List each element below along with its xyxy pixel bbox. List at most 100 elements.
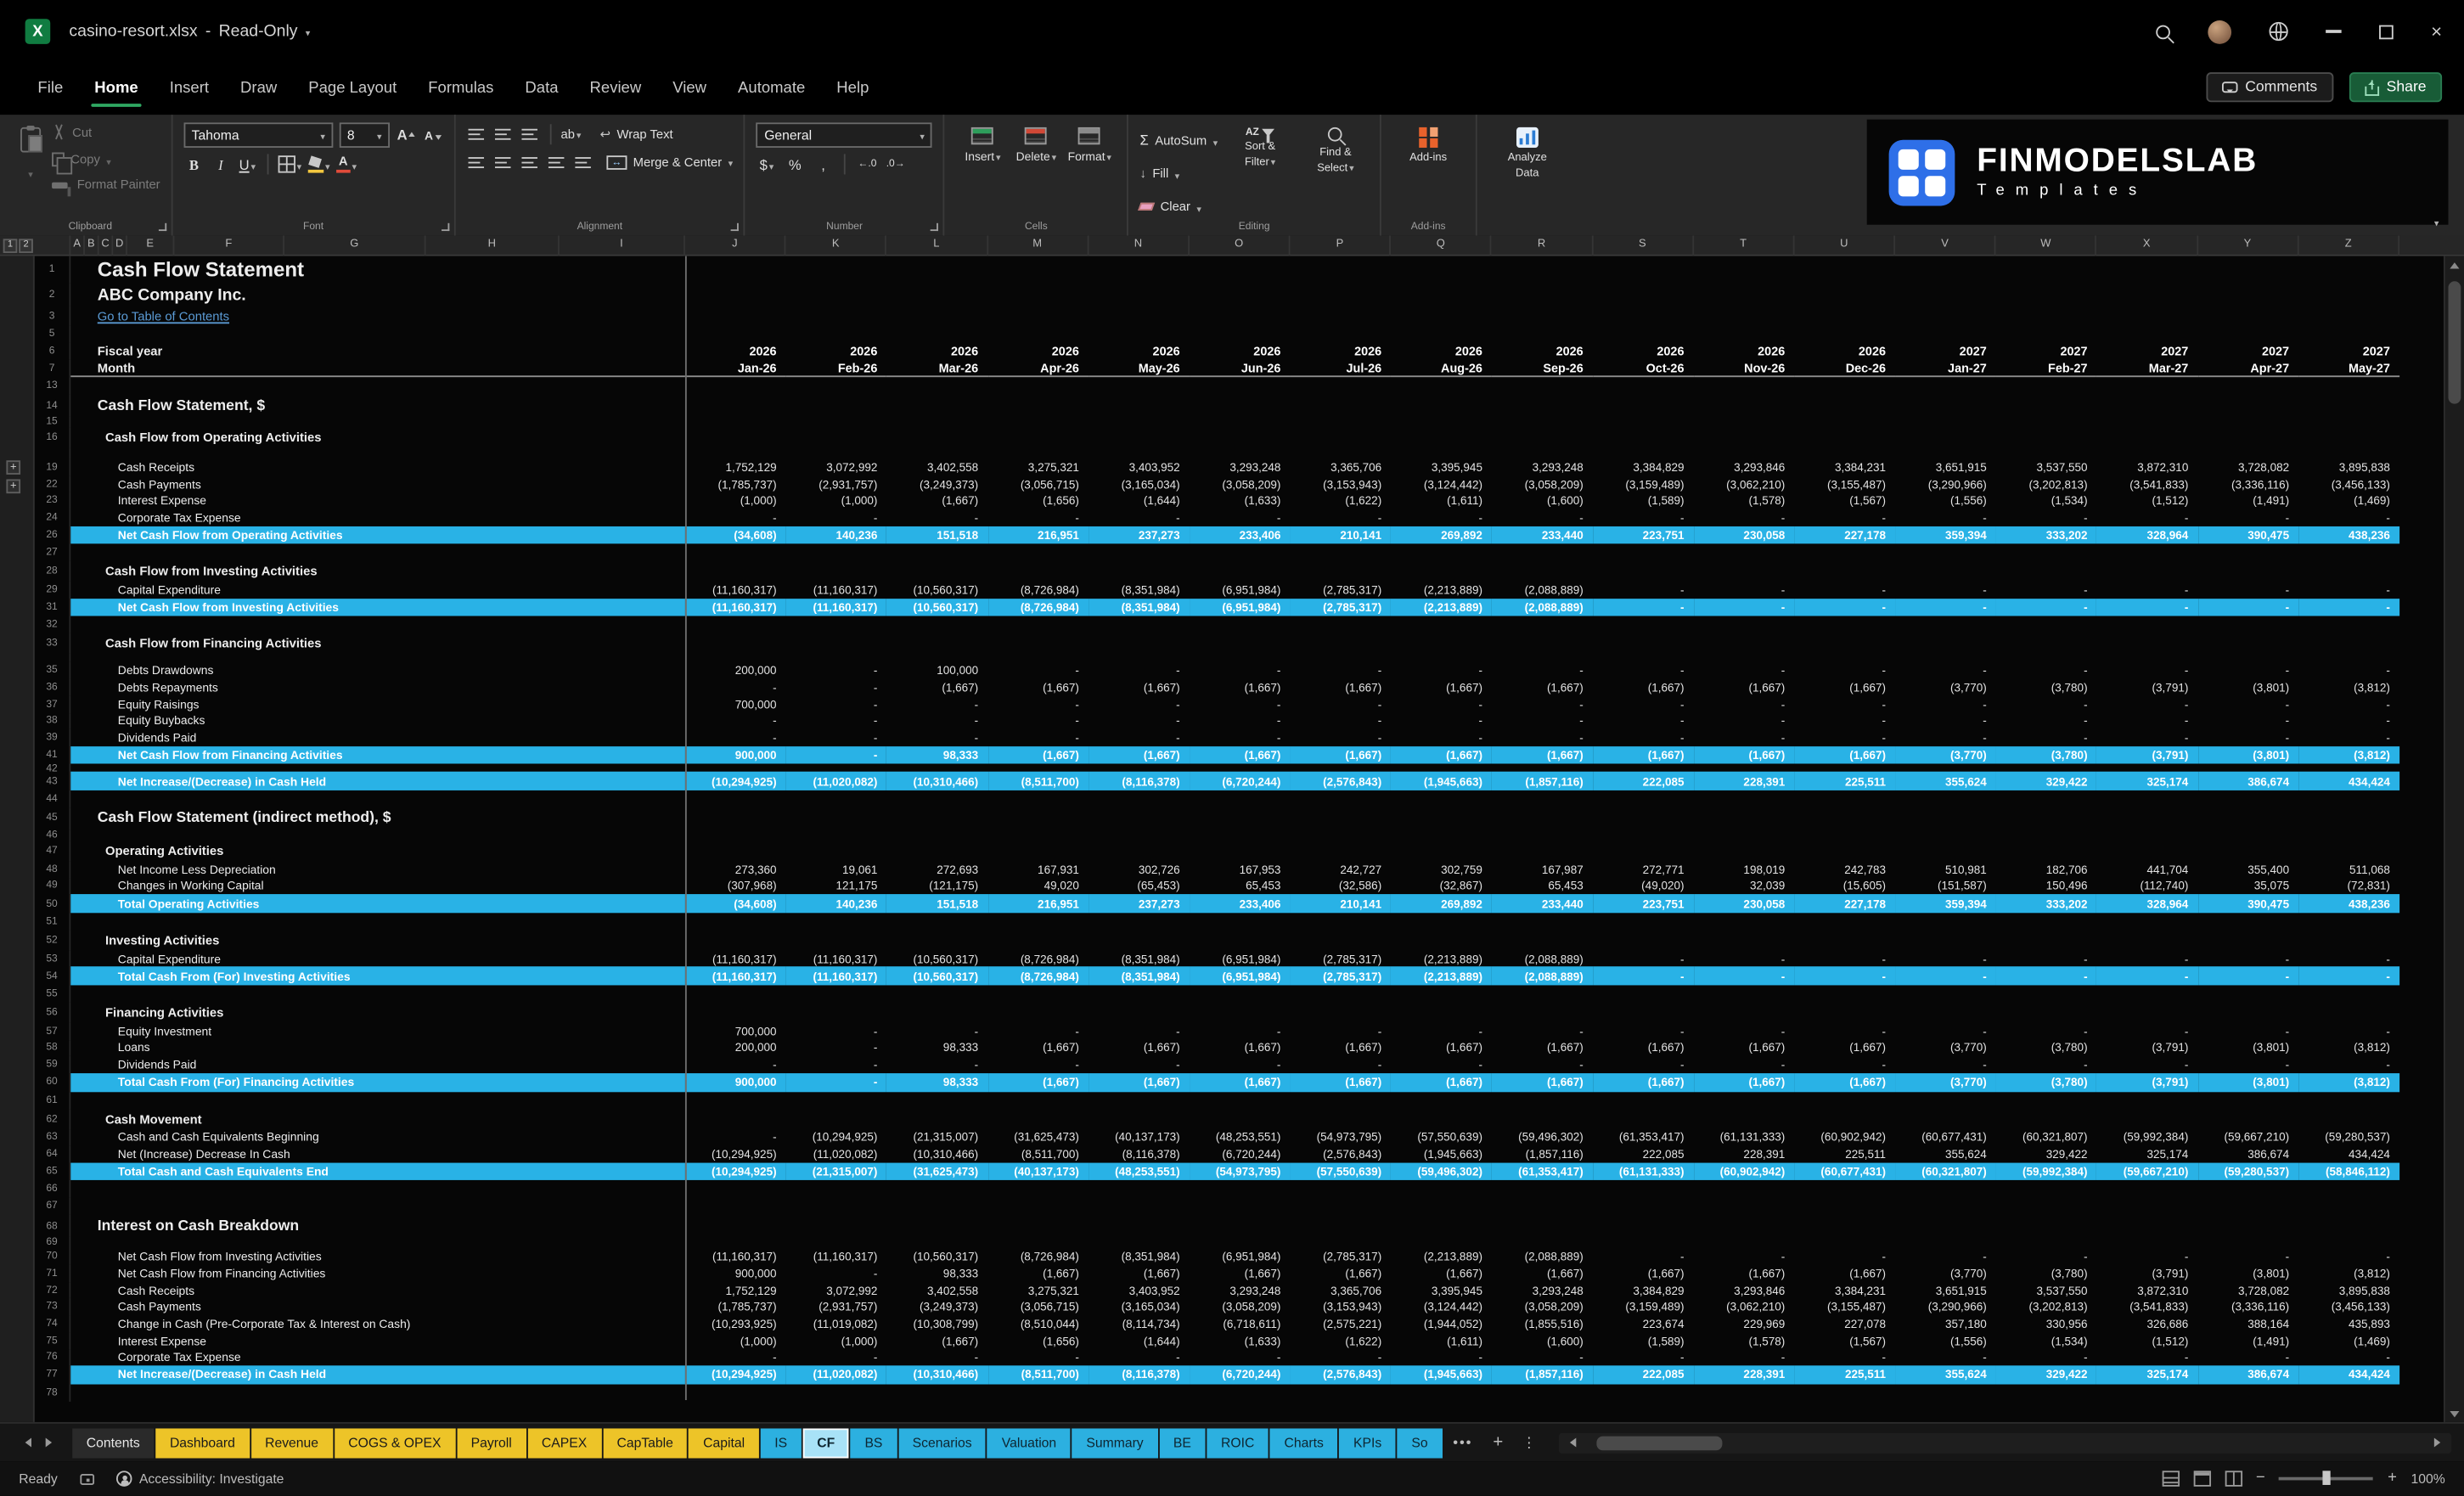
cell[interactable]: 438,236 (2298, 894, 2399, 913)
cell[interactable]: Feb-27 (1995, 360, 2097, 378)
column-header-V[interactable]: V (1895, 235, 1996, 256)
cell[interactable]: - (2197, 1024, 2298, 1038)
row-number[interactable]: 3 (35, 306, 71, 326)
align-left-button[interactable] (467, 151, 487, 175)
cell[interactable]: 3,872,310 (2097, 460, 2198, 475)
outline-level-2-button[interactable]: 2 (19, 238, 33, 253)
cell[interactable]: 900,000 (684, 745, 786, 765)
cell[interactable]: 3,537,550 (1996, 1283, 2097, 1297)
column-header-I[interactable]: I (560, 235, 685, 256)
cell[interactable]: (3,812) (2298, 1073, 2399, 1092)
cell[interactable]: 3,384,231 (1794, 1283, 1895, 1297)
cell[interactable]: (11,160,317) (785, 967, 887, 986)
row-number[interactable]: 7 (35, 359, 71, 378)
cell[interactable]: 359,394 (1895, 894, 1996, 913)
cell[interactable]: (1,000) (786, 494, 887, 509)
cell[interactable]: - (2096, 967, 2198, 986)
cell[interactable]: 49,020 (987, 879, 1089, 893)
cell[interactable]: (6,720,244) (1189, 772, 1291, 790)
increase-font-size-button[interactable]: A (396, 123, 416, 147)
cell[interactable]: (1,656) (987, 1334, 1089, 1348)
cell[interactable]: (11,160,317) (786, 583, 887, 598)
column-header-H[interactable]: H (426, 235, 560, 256)
row-label[interactable] (70, 377, 685, 394)
borders-button[interactable] (278, 153, 301, 177)
cell[interactable]: 434,424 (2298, 772, 2399, 790)
cell[interactable]: 228,391 (1694, 1147, 1795, 1161)
column-header-X[interactable]: X (2097, 235, 2198, 256)
cell[interactable]: - (1895, 697, 1996, 711)
sheet-tab-bs[interactable]: BS (850, 1427, 897, 1458)
column-header-B[interactable]: B (85, 235, 99, 256)
row-number[interactable]: 55 (35, 985, 71, 1003)
row-number[interactable]: 39 (35, 729, 71, 746)
row-number[interactable]: 63 (35, 1128, 71, 1146)
row-label[interactable]: Financing Activities (70, 1003, 685, 1023)
cell[interactable]: 269,892 (1391, 894, 1493, 913)
row-label[interactable]: Month (70, 360, 685, 378)
cell[interactable]: (8,726,984) (987, 599, 1089, 617)
row-number[interactable]: 36 (35, 678, 71, 696)
cell[interactable]: 333,202 (1995, 526, 2097, 544)
cell[interactable]: (11,160,317) (684, 967, 786, 986)
cell[interactable]: (31,625,473) (886, 1162, 988, 1181)
cell[interactable]: - (685, 1130, 786, 1144)
insert-cells-button[interactable]: Insert (956, 122, 1010, 213)
cell[interactable]: - (2298, 697, 2399, 711)
sheet-tab-charts[interactable]: Charts (1269, 1427, 1338, 1458)
cell[interactable]: (1,600) (1492, 494, 1593, 509)
cell[interactable]: - (685, 680, 786, 695)
cell[interactable]: 3,395,945 (1391, 460, 1492, 475)
cell[interactable]: - (1492, 697, 1593, 711)
sheet-tab-capital[interactable]: Capital (689, 1427, 759, 1458)
cell[interactable]: (3,770) (1895, 745, 1996, 765)
cell[interactable]: (8,511,700) (987, 1147, 1089, 1161)
cell[interactable]: - (2097, 664, 2198, 678)
cell[interactable]: - (1895, 583, 1996, 598)
cell[interactable]: 216,951 (987, 894, 1089, 913)
cell[interactable]: - (1291, 1024, 1392, 1038)
cell[interactable]: - (2298, 583, 2399, 598)
row-number[interactable]: 31 (35, 599, 71, 617)
cell[interactable]: - (1391, 510, 1492, 525)
merge-center-button[interactable]: ↔ Merge & Center (606, 155, 733, 170)
row-label[interactable]: Net Increase/(Decrease) in Cash Held (70, 772, 685, 790)
number-dialog-launcher[interactable] (931, 222, 939, 232)
cell[interactable]: - (1694, 1024, 1795, 1038)
cell[interactable]: 434,424 (2298, 1147, 2399, 1161)
cell[interactable]: (1,667) (1794, 745, 1896, 765)
cell[interactable]: 198,019 (1694, 863, 1795, 877)
cell[interactable]: (1,633) (1190, 494, 1291, 509)
cell[interactable]: (3,058,209) (1492, 1300, 1593, 1314)
cell[interactable]: - (2197, 1250, 2298, 1264)
cell[interactable]: 3,384,829 (1593, 1283, 1694, 1297)
cell[interactable]: 3,395,945 (1391, 1283, 1492, 1297)
align-center-button[interactable] (493, 151, 514, 175)
cell[interactable]: (34,608) (684, 526, 786, 544)
cell[interactable]: Mar-27 (2096, 360, 2198, 378)
cell[interactable]: (2,931,757) (786, 477, 887, 492)
cell[interactable]: (1,469) (2298, 494, 2399, 509)
cell[interactable]: (31,625,473) (987, 1130, 1089, 1144)
cell[interactable]: (1,667) (1593, 1267, 1694, 1281)
cell[interactable]: 326,686 (2097, 1317, 2198, 1331)
cell[interactable]: - (685, 510, 786, 525)
cell[interactable]: (3,336,116) (2197, 1300, 2298, 1314)
ribbon-tab-page-layout[interactable]: Page Layout (293, 68, 413, 110)
new-sheet-button[interactable]: + (1483, 1433, 1512, 1452)
cell[interactable]: (3,290,966) (1895, 1300, 1996, 1314)
cell[interactable]: (8,351,984) (1089, 599, 1190, 617)
row-label[interactable]: Total Cash From (For) Financing Activiti… (70, 1073, 685, 1092)
cell[interactable]: - (886, 1024, 987, 1038)
cell[interactable]: - (1895, 967, 1996, 986)
row-number[interactable]: 77 (35, 1365, 71, 1384)
cell[interactable]: (3,770) (1895, 1073, 1996, 1092)
row-label[interactable]: Equity Investment (70, 1023, 685, 1040)
cell[interactable]: 269,892 (1391, 526, 1493, 544)
cell[interactable]: (1,667) (1794, 680, 1895, 695)
cell[interactable]: (6,951,984) (1190, 583, 1291, 598)
cell[interactable]: - (1391, 714, 1492, 728)
cell[interactable]: (1,667) (987, 1041, 1089, 1055)
cell[interactable]: (3,780) (1995, 745, 2097, 765)
cell[interactable]: - (1895, 1250, 1996, 1264)
